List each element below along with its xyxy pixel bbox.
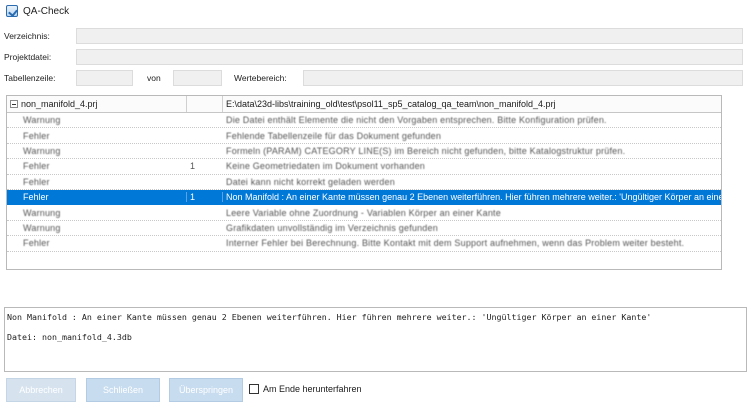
von-label: von xyxy=(147,73,161,83)
shutdown-checkbox[interactable] xyxy=(249,384,259,394)
app-check-icon xyxy=(6,5,18,17)
detail-line-1: Non Manifold : An einer Kante müssen gen… xyxy=(7,312,652,322)
table-row[interactable]: Fehler Datei kann nicht korrekt geladen w… xyxy=(7,175,721,190)
table-row[interactable]: Fehler Fehlende Tabellenzeile für das Dok… xyxy=(7,128,721,144)
grid-root-row[interactable]: non_manifold_4.prj E:\data\23d-libs\trai… xyxy=(7,96,721,113)
collapse-icon[interactable] xyxy=(10,100,18,108)
row-message: Fehlende Tabellenzeile für das Dokument … xyxy=(226,130,442,141)
row-message: Interner Fehler bei Berechnung. Bitte Ko… xyxy=(226,238,685,249)
qa-results-grid[interactable]: non_manifold_4.prj E:\data\23d-libs\trai… xyxy=(6,95,722,270)
table-row[interactable]: Fehler 1 Non Manifold : An einer Kante müs… xyxy=(7,189,721,206)
table-row[interactable]: Warnung Formeln (PARAM) CATEGORY LINE(S) … xyxy=(7,144,721,160)
schliessen-button[interactable]: Schließen xyxy=(86,378,160,402)
row-count: 1 xyxy=(190,161,196,172)
row-type: Warnung xyxy=(23,222,61,233)
table-row[interactable]: Fehler Interner Fehler bei Berechnung. Bi… xyxy=(7,236,721,252)
window-title: QA-Check xyxy=(23,5,70,17)
projektdatei-field[interactable] xyxy=(76,49,743,65)
wertebereich-label: Wertebereich: xyxy=(234,73,287,83)
table-row[interactable]: Warnung Grafikdaten unvollständig im Verz… xyxy=(7,221,721,237)
table-row[interactable]: Warnung Die Datei enthält Elemente die ni… xyxy=(7,113,721,129)
row-type: Warnung xyxy=(23,145,61,156)
verzeichnis-label: Verzeichnis: xyxy=(4,31,50,41)
abbrechen-button[interactable]: Abbrechen xyxy=(6,378,76,402)
row-type: Fehler xyxy=(23,238,50,249)
detail-text-area[interactable]: Non Manifold : An einer Kante müssen gen… xyxy=(4,307,747,372)
row-type: Fehler xyxy=(23,161,50,172)
shutdown-option[interactable]: Am Ende herunterfahren xyxy=(249,384,362,394)
table-row[interactable]: Fehler 1 Keine Geometriedaten im Dokument … xyxy=(7,159,721,175)
row-type: Fehler xyxy=(7,192,187,203)
row-count: 1 xyxy=(187,192,223,203)
row-message: Formeln (PARAM) CATEGORY LINE(S) im Bere… xyxy=(226,145,626,156)
detail-line-3: Datei: non_manifold_4.3db xyxy=(7,332,132,342)
tabellenzeile-field[interactable] xyxy=(76,70,133,86)
row-message: Leere Variable ohne Zuordnung - Variable… xyxy=(226,207,501,218)
root-count-cell xyxy=(187,96,223,112)
tabellenzeile-label: Tabellenzeile: xyxy=(4,73,56,83)
row-message: Die Datei enthält Elemente die nicht den… xyxy=(226,115,607,126)
verzeichnis-field[interactable] xyxy=(76,28,743,44)
row-message: Keine Geometriedaten im Dokument vorhand… xyxy=(226,161,426,172)
row-message: Non Manifold : An einer Kante müssen gen… xyxy=(226,192,721,203)
row-type: Warnung xyxy=(23,115,61,126)
root-name: non_manifold_4.prj xyxy=(21,99,98,109)
von-field[interactable] xyxy=(173,70,222,86)
ueberspringen-button[interactable]: Überspringen xyxy=(169,378,243,402)
shutdown-label: Am Ende herunterfahren xyxy=(263,384,362,394)
wertebereich-field[interactable] xyxy=(303,70,743,86)
table-row[interactable]: Warnung Leere Variable ohne Zuordnung - V… xyxy=(7,205,721,221)
projektdatei-label: Projektdatei: xyxy=(4,52,52,62)
row-type: Fehler xyxy=(23,176,50,187)
row-type: Warnung xyxy=(23,207,61,218)
row-message: Grafikdaten unvollständig im Verzeichnis… xyxy=(226,222,438,233)
row-message: Datei kann nicht korrekt geladen werden xyxy=(226,176,395,187)
root-path: E:\data\23d-libs\training_old\test\psol1… xyxy=(226,99,556,109)
row-type: Fehler xyxy=(23,130,50,141)
title-bar: QA-Check xyxy=(0,0,750,22)
